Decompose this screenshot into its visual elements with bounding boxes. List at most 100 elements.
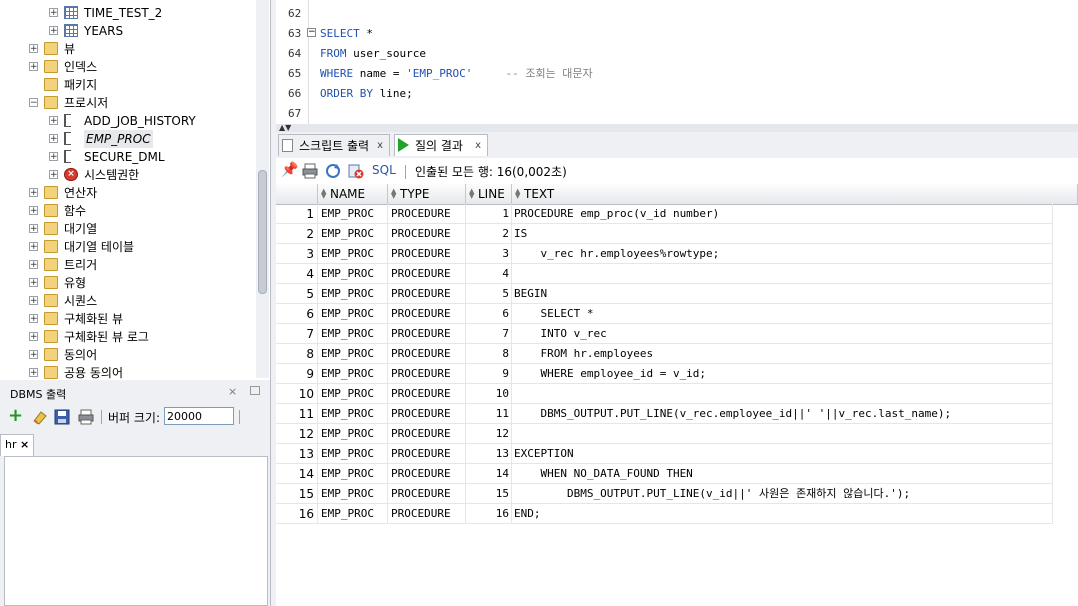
cell-name[interactable]: EMP_PROC [318,264,388,284]
expand-icon[interactable]: + [49,134,58,144]
cell-text[interactable] [512,264,1053,284]
cell-text[interactable]: EXCEPTION [512,444,1053,464]
cell-type[interactable]: PROCEDURE [388,244,466,264]
cell-name[interactable]: EMP_PROC [318,444,388,464]
expand-icon[interactable]: + [29,224,38,234]
cell-line[interactable]: 4 [466,264,512,284]
cell-type[interactable]: PROCEDURE [388,384,466,404]
tree-item[interactable]: + 연산자 [0,184,256,202]
eraser-icon[interactable] [32,409,48,425]
column-header-name[interactable]: ▲ ▼ NAME [318,184,388,204]
cell-line[interactable]: 15 [466,484,512,504]
row-number[interactable]: 10 [276,384,318,404]
tree-item[interactable]: + 구체화된 뷰 로그 [0,328,256,346]
cell-line[interactable]: 3 [466,244,512,264]
row-number[interactable]: 9 [276,364,318,384]
cell-text[interactable]: FROM hr.employees [512,344,1053,364]
sql-link[interactable]: SQL [372,163,396,177]
code-line[interactable]: SELECT * [320,24,373,44]
row-number[interactable]: 15 [276,484,318,504]
cell-text[interactable]: v_rec hr.employees%rowtype; [512,244,1053,264]
row-number[interactable]: 7 [276,324,318,344]
row-number[interactable]: 3 [276,244,318,264]
cell-type[interactable]: PROCEDURE [388,404,466,424]
cell-text[interactable]: SELECT * [512,304,1053,324]
row-number[interactable]: 13 [276,444,318,464]
dbms-output-area[interactable] [4,456,268,606]
cell-text[interactable]: INTO v_rec [512,324,1053,344]
cell-name[interactable]: EMP_PROC [318,244,388,264]
tree-item[interactable]: + 인덱스 [0,58,256,76]
tree-item[interactable]: + 함수 [0,202,256,220]
expand-icon[interactable]: + [49,8,58,18]
cell-type[interactable]: PROCEDURE [388,484,466,504]
tree-item[interactable]: + ADD_JOB_HISTORY [0,112,256,130]
cell-line[interactable]: 10 [466,384,512,404]
expand-icon[interactable]: + [49,170,58,180]
cell-type[interactable]: PROCEDURE [388,424,466,444]
save-icon[interactable] [54,409,70,425]
cell-type[interactable]: PROCEDURE [388,344,466,364]
code-line[interactable]: ORDER BY line; [320,84,413,104]
row-number[interactable]: 14 [276,464,318,484]
tree-item[interactable]: + 동의어 [0,346,256,364]
row-number[interactable]: 11 [276,404,318,424]
cell-line[interactable]: 1 [466,204,512,224]
close-icon[interactable]: x [377,135,383,157]
expand-icon[interactable]: + [49,116,58,126]
tree-item[interactable]: + 구체화된 뷰 [0,310,256,328]
dbms-close-icon[interactable]: × [228,385,237,398]
expand-icon[interactable]: + [29,278,38,288]
cell-type[interactable]: PROCEDURE [388,204,466,224]
expand-icon[interactable]: + [29,62,38,72]
tree-item[interactable]: + 시퀀스 [0,292,256,310]
refresh-icon[interactable] [325,163,341,179]
cell-text[interactable]: IS [512,224,1053,244]
cell-name[interactable]: EMP_PROC [318,324,388,344]
code-line[interactable]: WHERE name = 'EMP_PROC' -- 조회는 대문자 [320,64,593,84]
cell-text[interactable]: END; [512,504,1053,524]
tree-item[interactable]: + 대기열 테이블 [0,238,256,256]
editor-splitter[interactable]: ▲▼ [276,123,1078,132]
print-icon[interactable] [302,163,318,179]
tree-item[interactable]: − 프로시저 [0,94,256,112]
tree-item[interactable]: + 트리거 [0,256,256,274]
cell-line[interactable]: 9 [466,364,512,384]
cell-line[interactable]: 5 [466,284,512,304]
minimize-icon[interactable] [250,386,260,395]
close-icon[interactable]: × [20,438,29,451]
cell-name[interactable]: EMP_PROC [318,284,388,304]
tab-script-output[interactable]: 스크립트 출력 x [278,134,390,156]
add-connection-icon[interactable]: + [8,407,24,425]
cell-name[interactable]: EMP_PROC [318,384,388,404]
row-number[interactable]: 1 [276,204,318,224]
cell-text[interactable]: DBMS_OUTPUT.PUT_LINE(v_id||' 사원은 존재하지 않습… [512,484,1053,504]
buffer-size-input[interactable] [164,407,234,425]
tree-item[interactable]: + 유형 [0,274,256,292]
cell-name[interactable]: EMP_PROC [318,484,388,504]
row-number[interactable]: 8 [276,344,318,364]
row-number[interactable]: 6 [276,304,318,324]
cell-text[interactable]: WHERE employee_id = v_id; [512,364,1053,384]
cell-text[interactable] [512,384,1053,404]
cell-line[interactable]: 6 [466,304,512,324]
tree-scrollbar-thumb[interactable] [258,170,267,294]
cell-type[interactable]: PROCEDURE [388,304,466,324]
row-number[interactable]: 4 [276,264,318,284]
expand-icon[interactable]: + [29,314,38,324]
expand-icon[interactable]: + [29,350,38,360]
cancel-fetch-icon[interactable] [348,163,364,179]
tree-item[interactable]: + 뷰 [0,40,256,58]
cell-line[interactable]: 2 [466,224,512,244]
expand-icon[interactable]: + [29,206,38,216]
expand-icon[interactable]: + [29,44,38,54]
cell-type[interactable]: PROCEDURE [388,224,466,244]
cell-text[interactable]: BEGIN [512,284,1053,304]
connection-tab-hr[interactable]: hr × [0,434,34,456]
cell-type[interactable]: PROCEDURE [388,464,466,484]
pin-icon[interactable]: 📌 [281,163,298,179]
print-icon[interactable] [78,409,94,425]
cell-name[interactable]: EMP_PROC [318,504,388,524]
fold-toggle-icon[interactable]: − [307,28,316,37]
cell-line[interactable]: 14 [466,464,512,484]
